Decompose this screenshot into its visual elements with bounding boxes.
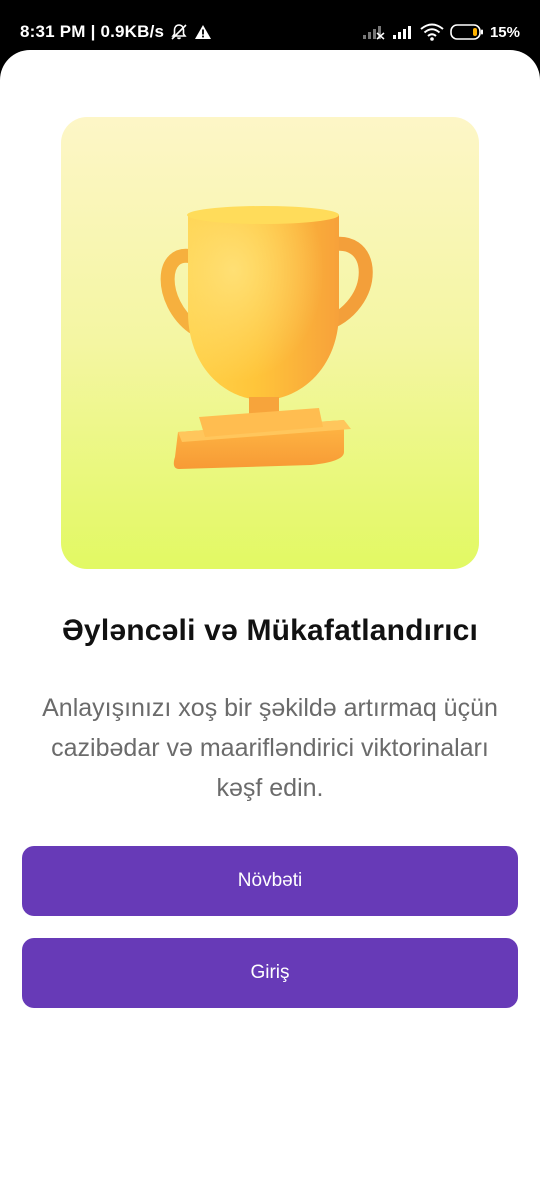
page-description: Anlayışınızı xoş bir şəkildə artırmaq üç… (42, 694, 498, 802)
hero-illustration-card (61, 117, 479, 569)
onboarding-screen: Əyləncəli və Mükafatlandırıcı Anlayışını… (0, 50, 540, 1200)
next-button[interactable]: Növbəti (22, 846, 518, 916)
wifi-icon (420, 23, 444, 41)
trophy-icon (160, 206, 373, 469)
battery-icon (450, 23, 484, 41)
page-title: Əyləncəli və Mükafatlandırıcı (61, 614, 479, 647)
battery-percent: 15% (489, 23, 520, 41)
signal-icon (392, 24, 414, 40)
login-button[interactable]: Giriş (22, 938, 518, 1008)
warning-icon (194, 24, 212, 40)
status-left: 8:31 PM | 0.9KB/s (20, 21, 212, 43)
status-right: 15% (362, 21, 520, 43)
status-bar: 8:31 PM | 0.9KB/s 15% (0, 0, 540, 56)
signal-off-icon (362, 24, 386, 40)
muted-bell-icon (170, 23, 188, 41)
status-time: 8:31 PM | 0.9KB/s (20, 22, 165, 41)
